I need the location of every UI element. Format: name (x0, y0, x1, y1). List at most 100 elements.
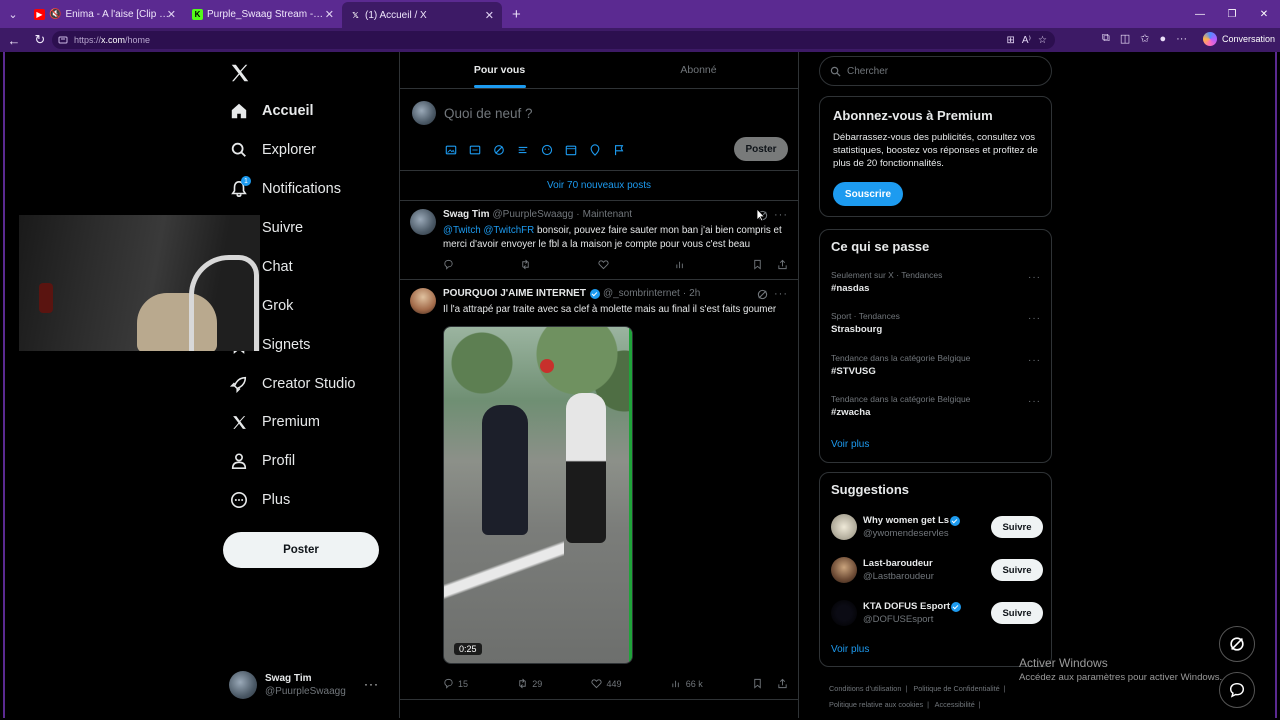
grok-icon[interactable] (492, 143, 506, 157)
tweet[interactable]: POURQUOI J'AIME INTERNET @_sombrinternet… (400, 280, 798, 700)
gif-icon[interactable] (468, 143, 482, 157)
close-tab-icon[interactable]: ✕ (325, 8, 334, 21)
sidebar-item-accueil[interactable]: Accueil (229, 99, 314, 123)
grok-icon[interactable] (757, 289, 768, 300)
tweet-author-name[interactable]: Swag Tim (443, 209, 490, 220)
sidebar-item-profil[interactable]: Profil (229, 449, 295, 473)
more-icon[interactable]: ··· (1028, 313, 1041, 324)
bookmark-icon[interactable] (752, 678, 763, 689)
trend-item[interactable]: Seulement sur X · Tendances #nasdas ··· (831, 270, 1041, 294)
trends-see-more-link[interactable]: Voir plus (831, 439, 869, 450)
minimize-icon[interactable]: — (1184, 0, 1216, 28)
site-info-icon[interactable] (58, 35, 68, 45)
more-icon[interactable]: ··· (774, 288, 788, 300)
share-icon[interactable] (777, 259, 788, 270)
tab-actions-menu-icon[interactable]: ⌄ (0, 0, 26, 28)
tweet-author-name[interactable]: POURQUOI J'AIME INTERNET (443, 288, 586, 299)
browser-tab-youtube[interactable]: ▶ 🔇 Enima - A l'aise [Clip Officiel] ✕ (26, 0, 184, 28)
sidebar-item-plus[interactable]: Plus (229, 488, 290, 512)
sidebar-item-notifications[interactable]: 1 Notifications (229, 176, 341, 201)
tweet[interactable]: Swag Tim @PuurpleSwaagg · Maintenant ···… (400, 201, 798, 280)
speaker-icon[interactable]: 🔇 (49, 9, 61, 20)
maximize-icon[interactable]: ❐ (1216, 0, 1248, 28)
extensions-icon[interactable]: ⧉ (1102, 32, 1110, 45)
account-switcher[interactable]: Swag Tim @PuurpleSwaagg ··· (229, 667, 389, 703)
emoji-icon[interactable] (540, 143, 554, 157)
more-icon[interactable]: ··· (1028, 272, 1041, 283)
profile-avatar-icon[interactable]: ● (1159, 33, 1166, 45)
url-input[interactable]: https://x.com/home ⊞ A⁾ ☆ (52, 31, 1055, 49)
compose-input[interactable]: Quoi de neuf ? (444, 106, 533, 121)
trend-item[interactable]: Tendance dans la catégorie Belgique #STV… (831, 353, 1041, 377)
suggestion-item[interactable]: Why women get Ls @ywomendeservles Suivre (831, 512, 1043, 542)
tweet-author-handle[interactable]: @PuurpleSwaagg (493, 209, 574, 220)
suggestions-see-more-link[interactable]: Voir plus (831, 644, 869, 655)
tweet-time[interactable]: 2h (689, 288, 700, 299)
grok-fab-button[interactable] (1219, 626, 1255, 662)
close-window-icon[interactable]: ✕ (1248, 0, 1280, 28)
footer-link[interactable]: Politique de Confidentialité (913, 684, 999, 693)
close-tab-icon[interactable]: ✕ (485, 9, 494, 22)
more-icon[interactable]: ··· (364, 677, 379, 691)
follow-button[interactable]: Suivre (991, 602, 1043, 624)
settings-more-icon[interactable]: ··· (1176, 33, 1187, 45)
views-button[interactable]: 66 k (671, 678, 703, 689)
schedule-icon[interactable] (564, 143, 578, 157)
footer-link[interactable]: Accessibilité (935, 700, 975, 709)
mention-link[interactable]: @TwitchFR (483, 225, 534, 236)
avatar[interactable] (410, 288, 436, 314)
new-tab-icon[interactable]: + (512, 6, 521, 23)
flag-icon[interactable] (612, 143, 626, 157)
like-button[interactable] (597, 259, 609, 270)
tab-abonne[interactable]: Abonné (599, 52, 798, 88)
media-icon[interactable] (444, 143, 458, 157)
views-button[interactable] (675, 259, 686, 270)
back-icon[interactable]: ← (2, 28, 26, 52)
footer-link[interactable]: Politique relative aux cookies (829, 700, 923, 709)
copilot-button[interactable]: Conversation (1203, 32, 1275, 46)
reload-icon[interactable]: ↻ (28, 28, 52, 52)
close-tab-icon[interactable]: ✕ (167, 8, 176, 21)
location-icon[interactable] (588, 143, 602, 157)
sidebar-item-explorer[interactable]: Explorer (229, 138, 316, 162)
more-icon[interactable]: ··· (774, 209, 788, 221)
mention-link[interactable]: @Twitch (443, 225, 481, 236)
avatar[interactable] (412, 101, 436, 125)
browser-tab-x[interactable]: 𝕏 (1) Accueil / X ✕ (342, 2, 502, 28)
compose-post-button[interactable]: Poster (734, 137, 788, 161)
follow-button[interactable]: Suivre (991, 559, 1043, 581)
split-screen-icon[interactable]: ◫ (1120, 32, 1130, 45)
share-icon[interactable] (777, 678, 788, 689)
repost-button[interactable]: 29 (517, 678, 542, 689)
suggestion-item[interactable]: KTA DOFUS Esport @DOFUSEsport Suivre (831, 598, 1043, 628)
trend-item[interactable]: Tendance dans la catégorie Belgique #zwa… (831, 394, 1041, 418)
post-button[interactable]: Poster (223, 532, 379, 568)
trend-item[interactable]: Sport · Tendances Strasbourg ··· (831, 311, 1041, 335)
tweet-video[interactable]: 0:25 (443, 326, 633, 664)
chat-fab-button[interactable] (1219, 672, 1255, 708)
reply-button[interactable] (443, 259, 454, 270)
tab-pour-vous[interactable]: Pour vous (400, 52, 599, 88)
search-input[interactable]: Chercher (819, 56, 1052, 86)
favorite-star-icon[interactable]: ☆ (1038, 35, 1047, 46)
browser-tab-kick[interactable]: K Purple_Swaag Stream - Watch Live ✕ (184, 0, 342, 28)
favorites-icon[interactable]: ✩ (1140, 32, 1149, 45)
more-icon[interactable]: ··· (1028, 355, 1041, 366)
more-icon[interactable]: ··· (1028, 396, 1041, 407)
follow-button[interactable]: Suivre (991, 516, 1043, 538)
repost-button[interactable] (520, 259, 531, 270)
sidebar-item-creator-studio[interactable]: Creator Studio (229, 372, 356, 396)
read-aloud-icon[interactable]: A⁾ (1022, 35, 1031, 46)
reply-button[interactable]: 15 (443, 678, 468, 689)
bookmark-icon[interactable] (752, 259, 763, 270)
like-button[interactable]: 449 (591, 678, 622, 689)
show-new-posts[interactable]: Voir 70 nouveaux posts (400, 171, 798, 201)
x-logo-icon[interactable] (229, 62, 251, 84)
tweet-time[interactable]: Maintenant (583, 209, 632, 220)
app-available-icon[interactable]: ⊞ (1007, 35, 1015, 46)
poll-icon[interactable] (516, 143, 530, 157)
avatar[interactable] (410, 209, 436, 235)
subscribe-button[interactable]: Souscrire (833, 182, 903, 206)
sidebar-item-premium[interactable]: Premium (229, 410, 320, 434)
footer-link[interactable]: Conditions d'utilisation (829, 684, 901, 693)
